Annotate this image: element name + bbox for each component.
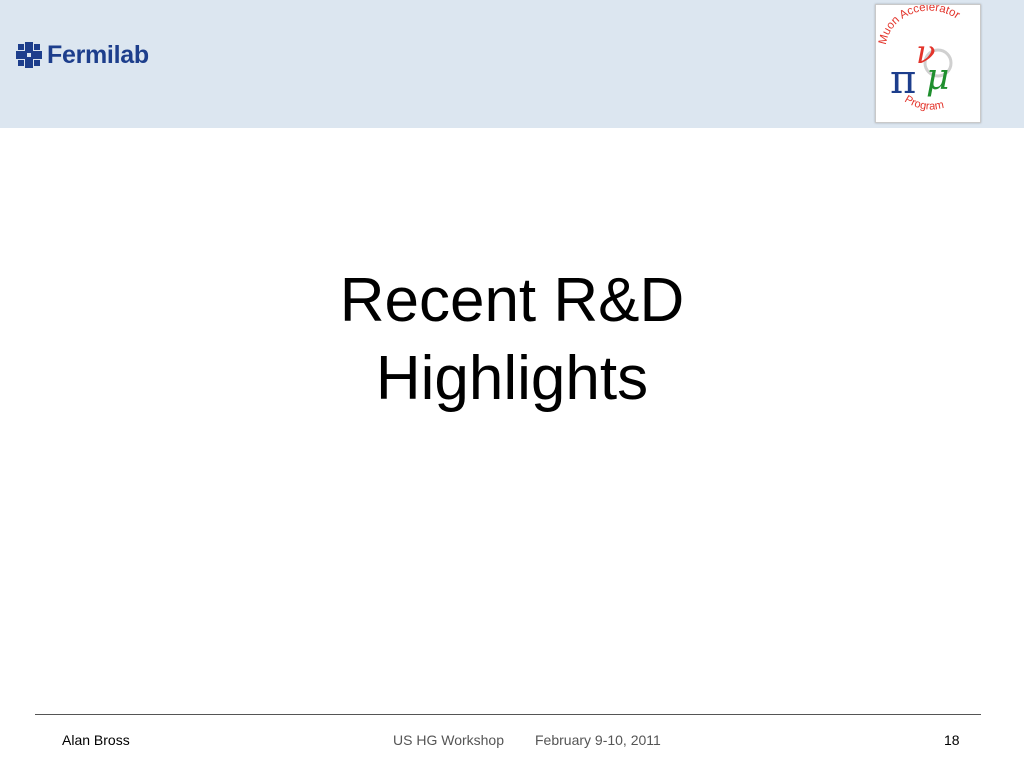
fermilab-wordmark: Fermilab bbox=[47, 41, 149, 69]
muon-accelerator-program-logo: Muon Accelerator π ν μ Program bbox=[875, 4, 981, 123]
footer-divider bbox=[35, 714, 981, 715]
slide-title-line-2: Highlights bbox=[375, 344, 649, 413]
footer-page-number: 18 bbox=[944, 732, 960, 748]
slide-title-line-1: Recent R&D bbox=[339, 266, 685, 335]
slide-title: Recent R&D Highlights bbox=[162, 262, 862, 418]
fermilab-mark-icon bbox=[16, 42, 42, 68]
footer-event: US HG Workshop bbox=[393, 732, 504, 748]
header-band bbox=[0, 0, 1024, 128]
footer-author: Alan Bross bbox=[62, 732, 130, 748]
fermilab-logo: Fermilab bbox=[16, 41, 149, 69]
map-mu-glyph: μ bbox=[926, 57, 949, 98]
map-badge-icon: Muon Accelerator π ν μ Program bbox=[877, 5, 962, 113]
footer-date: February 9-10, 2011 bbox=[535, 732, 661, 748]
